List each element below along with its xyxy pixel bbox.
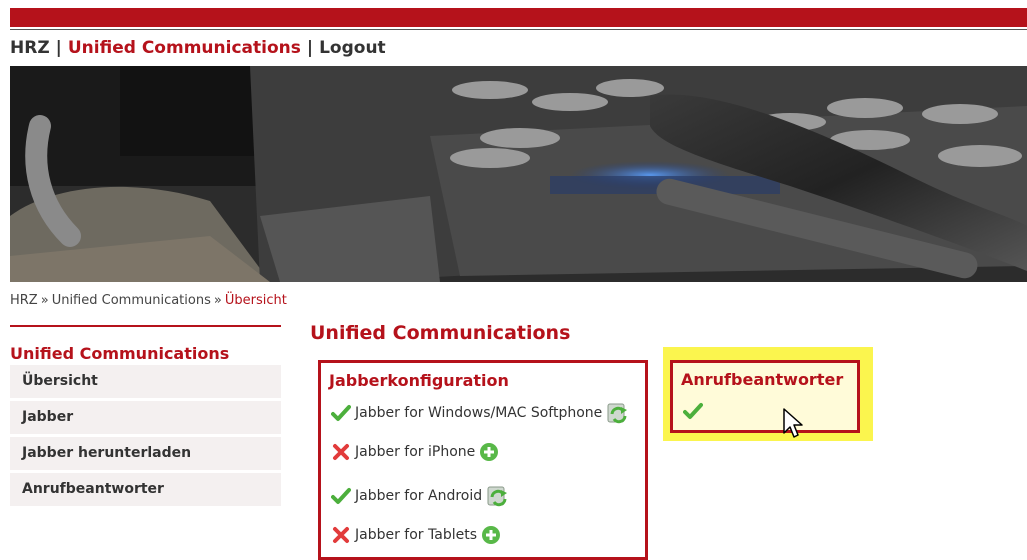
jabber-item-label: Jabber for Tablets: [355, 527, 477, 543]
add-config-icon[interactable]: [481, 525, 501, 545]
voicemail-title: Anrufbeantworter: [681, 370, 844, 389]
sidebar-item-uebersicht[interactable]: Übersicht: [10, 365, 281, 401]
jabber-item-label: Jabber for Android: [355, 488, 483, 504]
cross-icon: [333, 527, 349, 543]
jabber-item-iphone: Jabber for iPhone: [331, 442, 499, 462]
mouse-pointer-icon: [783, 408, 803, 438]
refresh-config-icon[interactable]: [606, 401, 630, 425]
jabber-item-windows-mac: Jabber for Windows/MAC Softphone: [331, 401, 630, 425]
jabber-item-android: Jabber for Android: [331, 484, 510, 508]
sidebar-item-anrufbeantworter[interactable]: Anrufbeantworter: [10, 473, 281, 509]
topnav-uc-link[interactable]: Unified Communications: [68, 38, 301, 58]
top-navigation: HRZ | Unified Communications | Logout: [10, 38, 386, 58]
header-banner-image: [10, 66, 1027, 282]
breadcrumb: HRZ» Unified Communications» Übersicht: [10, 293, 287, 308]
sidebar-item-jabber[interactable]: Jabber: [10, 401, 281, 437]
sidebar-item-jabber-herunterladen[interactable]: Jabber herunterladen: [10, 437, 281, 473]
breadcrumb-current: Übersicht: [224, 293, 287, 308]
topnav-separator: |: [306, 38, 314, 58]
topnav-separator: |: [55, 38, 62, 58]
breadcrumb-hrz-link[interactable]: HRZ: [10, 293, 38, 308]
breadcrumb-separator: »: [40, 293, 49, 308]
cross-icon: [333, 444, 349, 460]
breadcrumb-separator: »: [213, 293, 222, 308]
check-icon: [331, 488, 351, 504]
jabber-config-title: Jabberkonfiguration: [329, 371, 509, 390]
jabber-item-tablets: Jabber for Tablets: [331, 525, 501, 545]
top-divider: [10, 29, 1027, 30]
sidebar-title: Unified Communications: [10, 344, 230, 363]
add-config-icon[interactable]: [479, 442, 499, 462]
topnav-logout-link[interactable]: Logout: [319, 38, 386, 58]
sidebar: Unified Communications Übersicht Jabber …: [10, 325, 281, 509]
topnav-hrz-link[interactable]: HRZ: [10, 38, 50, 58]
jabber-config-panel: Jabberkonfiguration Jabber for Windows/M…: [318, 360, 648, 560]
desk-phone-photo: [10, 66, 1027, 282]
check-icon[interactable]: [683, 401, 703, 421]
page-title: Unified Communications: [310, 322, 571, 344]
voicemail-panel[interactable]: Anrufbeantworter: [670, 360, 860, 433]
jabber-item-label: Jabber for Windows/MAC Softphone: [355, 405, 603, 421]
top-brand-bar: [10, 8, 1027, 27]
check-icon: [331, 405, 351, 421]
breadcrumb-uc-link[interactable]: Unified Communications: [52, 293, 211, 308]
jabber-item-label: Jabber for iPhone: [355, 444, 476, 460]
refresh-config-icon[interactable]: [486, 484, 510, 508]
